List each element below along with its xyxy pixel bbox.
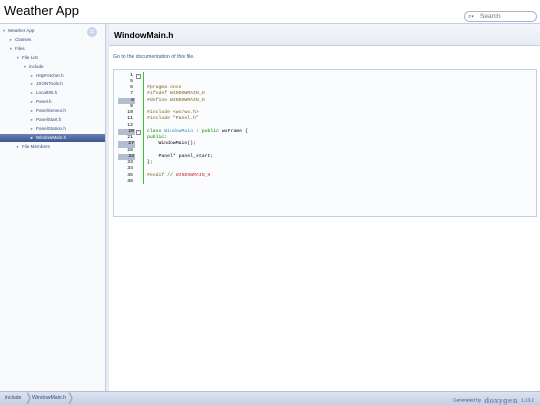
top-header: Weather App ⌕▾ xyxy=(0,0,540,24)
code-token: #ifndef WINDOWMAIN_H xyxy=(147,91,205,97)
code-token: WINDOWMAIN_H xyxy=(175,172,211,178)
sidebar-item-label: File List xyxy=(22,54,38,60)
sidebar-item-classes[interactable]: ► Classes xyxy=(0,36,105,45)
code-token: public xyxy=(147,135,165,140)
fold-toggle-icon[interactable]: - xyxy=(136,73,141,79)
sidebar-item-label: PanelStation.h xyxy=(36,125,66,131)
sidebar-item-panelsensor-h[interactable]: ► PanelSensor.h xyxy=(0,107,105,116)
code-token: : xyxy=(164,135,168,140)
footer-nav-path: include ❭ WindowMain.h ❭ Generated by do… xyxy=(0,391,540,405)
doxygen-logo[interactable]: doxygen xyxy=(484,396,518,405)
sidebar-item-windowmain-h[interactable]: ► WindowMain.h xyxy=(0,133,105,143)
sidebar-item-label: Files xyxy=(15,45,25,51)
code-token: #endif xyxy=(147,172,165,178)
sidebar-item-label: Panel.h xyxy=(36,99,52,105)
sidebar-item-file-members[interactable]: ► File Members xyxy=(0,143,105,152)
sidebar-item-panelstart-h[interactable]: ► PanelStart.h xyxy=(0,116,105,125)
sidebar-item-panel-h[interactable]: ► Panel.h xyxy=(0,98,105,107)
sidebar-item-label: PanelSensor.h xyxy=(36,108,66,114)
sidebar-item-jsontools-h[interactable]: ► JSONTools.h xyxy=(0,80,105,89)
code-token: #define WINDOWMAIN_H xyxy=(147,97,205,103)
sidebar-item-label: WindowMain.h xyxy=(36,134,67,140)
sidebar-item-label: PanelStart.h xyxy=(36,117,62,122)
sidebar-nav-tree: ⇄ ▼ Weather App ► Classes ▼ Files ▼ File List ▼ i… xyxy=(0,24,106,391)
search-box[interactable]: ⌕▾ xyxy=(464,11,537,22)
sidebar-item-include[interactable]: ▼ include xyxy=(0,63,105,72)
line-number: 36 xyxy=(127,178,133,184)
sidebar-item-panelstation-h[interactable]: ► PanelStation.h xyxy=(0,125,105,134)
code-token: public xyxy=(201,128,219,134)
search-icon[interactable]: ⌕▾ xyxy=(468,13,478,21)
documentation-link[interactable]: Go to the documentation of this file. xyxy=(113,54,195,60)
sidebar-item-localdb-h[interactable]: ► LocalDB.h xyxy=(0,89,105,98)
sidebar-item-label: HttpFetcher.h xyxy=(36,72,64,78)
code-token: class xyxy=(147,128,165,134)
main-content: WindowMain.h Go to the documentation of … xyxy=(109,24,540,391)
breadcrumb-include[interactable]: include xyxy=(5,395,21,401)
page-header: WindowMain.h xyxy=(109,24,540,46)
search-input[interactable] xyxy=(480,12,535,21)
sidebar-item-file-list[interactable]: ▼ File List xyxy=(0,54,105,63)
breadcrumb-separator-icon: ❭ xyxy=(66,392,76,404)
sidebar-item-label: File Members xyxy=(22,143,50,149)
sidebar-item-label: JSONTools.h xyxy=(36,81,63,87)
generated-by: Generated by doxygen 1.13.2 xyxy=(453,396,534,405)
fold-toggle-icon[interactable]: - xyxy=(136,129,141,135)
code-token: WindowMain(); xyxy=(147,141,196,147)
sidebar-item-files[interactable]: ▼ Files xyxy=(0,45,105,54)
code-token: #include <wx/wx.h> xyxy=(147,110,199,115)
breadcrumb-separator-icon: ❭ xyxy=(24,392,34,404)
sidebar-item-label: include xyxy=(29,63,44,69)
doxygen-version: 1.13.2 xyxy=(521,397,534,403)
code-token: }; xyxy=(147,160,153,165)
code-token: #pragma once xyxy=(147,85,182,90)
sidebar-item-label: Classes xyxy=(15,36,32,42)
code-token: WindowMain xyxy=(164,128,194,134)
code-token: // xyxy=(167,172,176,178)
page-title: WindowMain.h xyxy=(114,30,174,40)
sidebar-item-label: LocalDB.h xyxy=(36,90,58,96)
breadcrumb-windowmain[interactable]: WindowMain.h xyxy=(32,395,66,401)
code-token: : xyxy=(193,128,202,134)
sidebar-item-httpfetcher-h[interactable]: ► HttpFetcher.h xyxy=(0,72,105,81)
code-token: #include "Panel.h" xyxy=(147,116,199,122)
code-token: wxFrame { xyxy=(219,128,248,134)
sidebar-item-weather-app[interactable]: ▼ Weather App xyxy=(0,27,105,36)
code-fragment: 1-5 6 #pragma once 7 #ifndef WINDOWMAIN_H 8 #d… xyxy=(113,69,537,217)
sidebar-item-label: Weather App xyxy=(8,28,35,33)
code-line: 36 xyxy=(114,179,534,186)
code-token: Panel* panel_start; xyxy=(147,153,214,159)
project-title: Weather App xyxy=(4,3,79,18)
generated-by-label: Generated by xyxy=(453,397,481,403)
